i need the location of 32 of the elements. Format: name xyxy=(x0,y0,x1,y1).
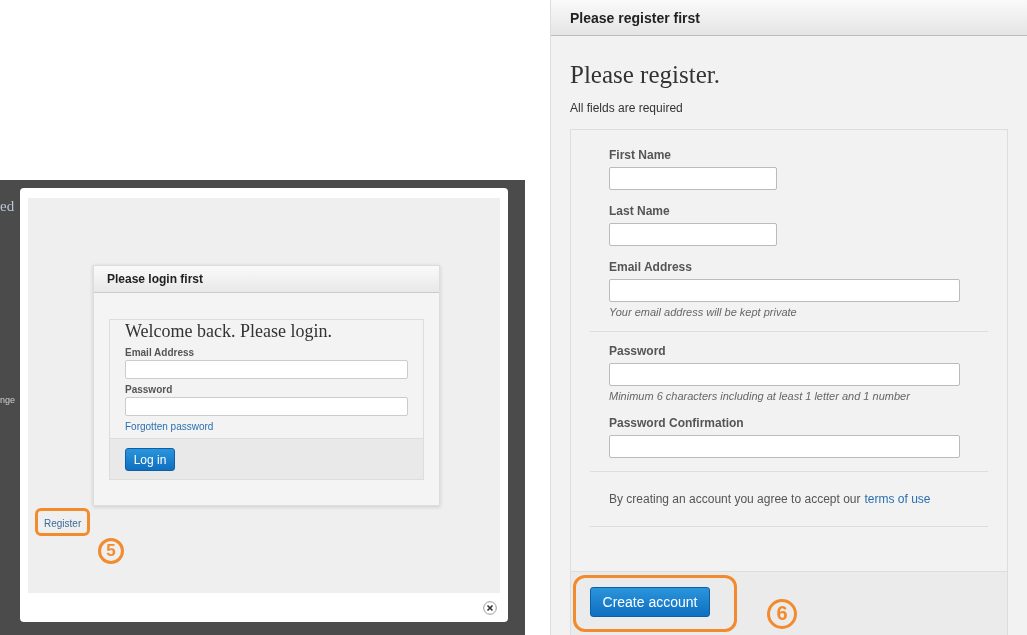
background-text: ed xyxy=(0,198,16,215)
field-label: Email Address xyxy=(609,260,692,274)
close-icon[interactable] xyxy=(483,600,497,615)
field-hint: Minimum 6 characters including at least 1 letter and 1 number xyxy=(609,390,910,402)
field-label: Password xyxy=(609,344,666,358)
input-field[interactable] xyxy=(609,363,960,386)
field-label: Email Address xyxy=(125,347,195,358)
terms-text: By creating an account you agree to accept our xyxy=(609,492,861,506)
annotation-number: 5 xyxy=(98,538,124,564)
panel-title: Please register first xyxy=(570,9,700,26)
annotation-number: 6 xyxy=(767,598,797,629)
input-field[interactable] xyxy=(609,223,777,246)
page-heading: Please register. xyxy=(570,61,721,89)
login-button[interactable]: Log in xyxy=(125,448,175,471)
input-field[interactable] xyxy=(609,435,960,458)
field-label: Password xyxy=(125,384,173,395)
register-link[interactable]: Register xyxy=(44,518,82,529)
field-label: Last Name xyxy=(609,204,670,218)
input-field[interactable] xyxy=(125,360,408,379)
input-field[interactable] xyxy=(609,167,777,190)
forgot-password-link[interactable]: Forgotten password xyxy=(125,421,214,432)
field-hint: Your email address will be kept private xyxy=(609,306,797,318)
input-field[interactable] xyxy=(609,279,960,302)
field-label: Password Confirmation xyxy=(609,416,744,430)
required-note: All fields are required xyxy=(570,101,684,115)
form-heading: Welcome back. Please login. xyxy=(125,321,332,342)
input-field[interactable] xyxy=(125,397,408,416)
card-title: Please login first xyxy=(107,272,204,286)
create-account-button[interactable]: Create account xyxy=(590,587,710,617)
field-label: First Name xyxy=(609,148,672,162)
terms-link[interactable]: terms of use xyxy=(864,492,931,506)
background-text: nge xyxy=(0,395,17,405)
